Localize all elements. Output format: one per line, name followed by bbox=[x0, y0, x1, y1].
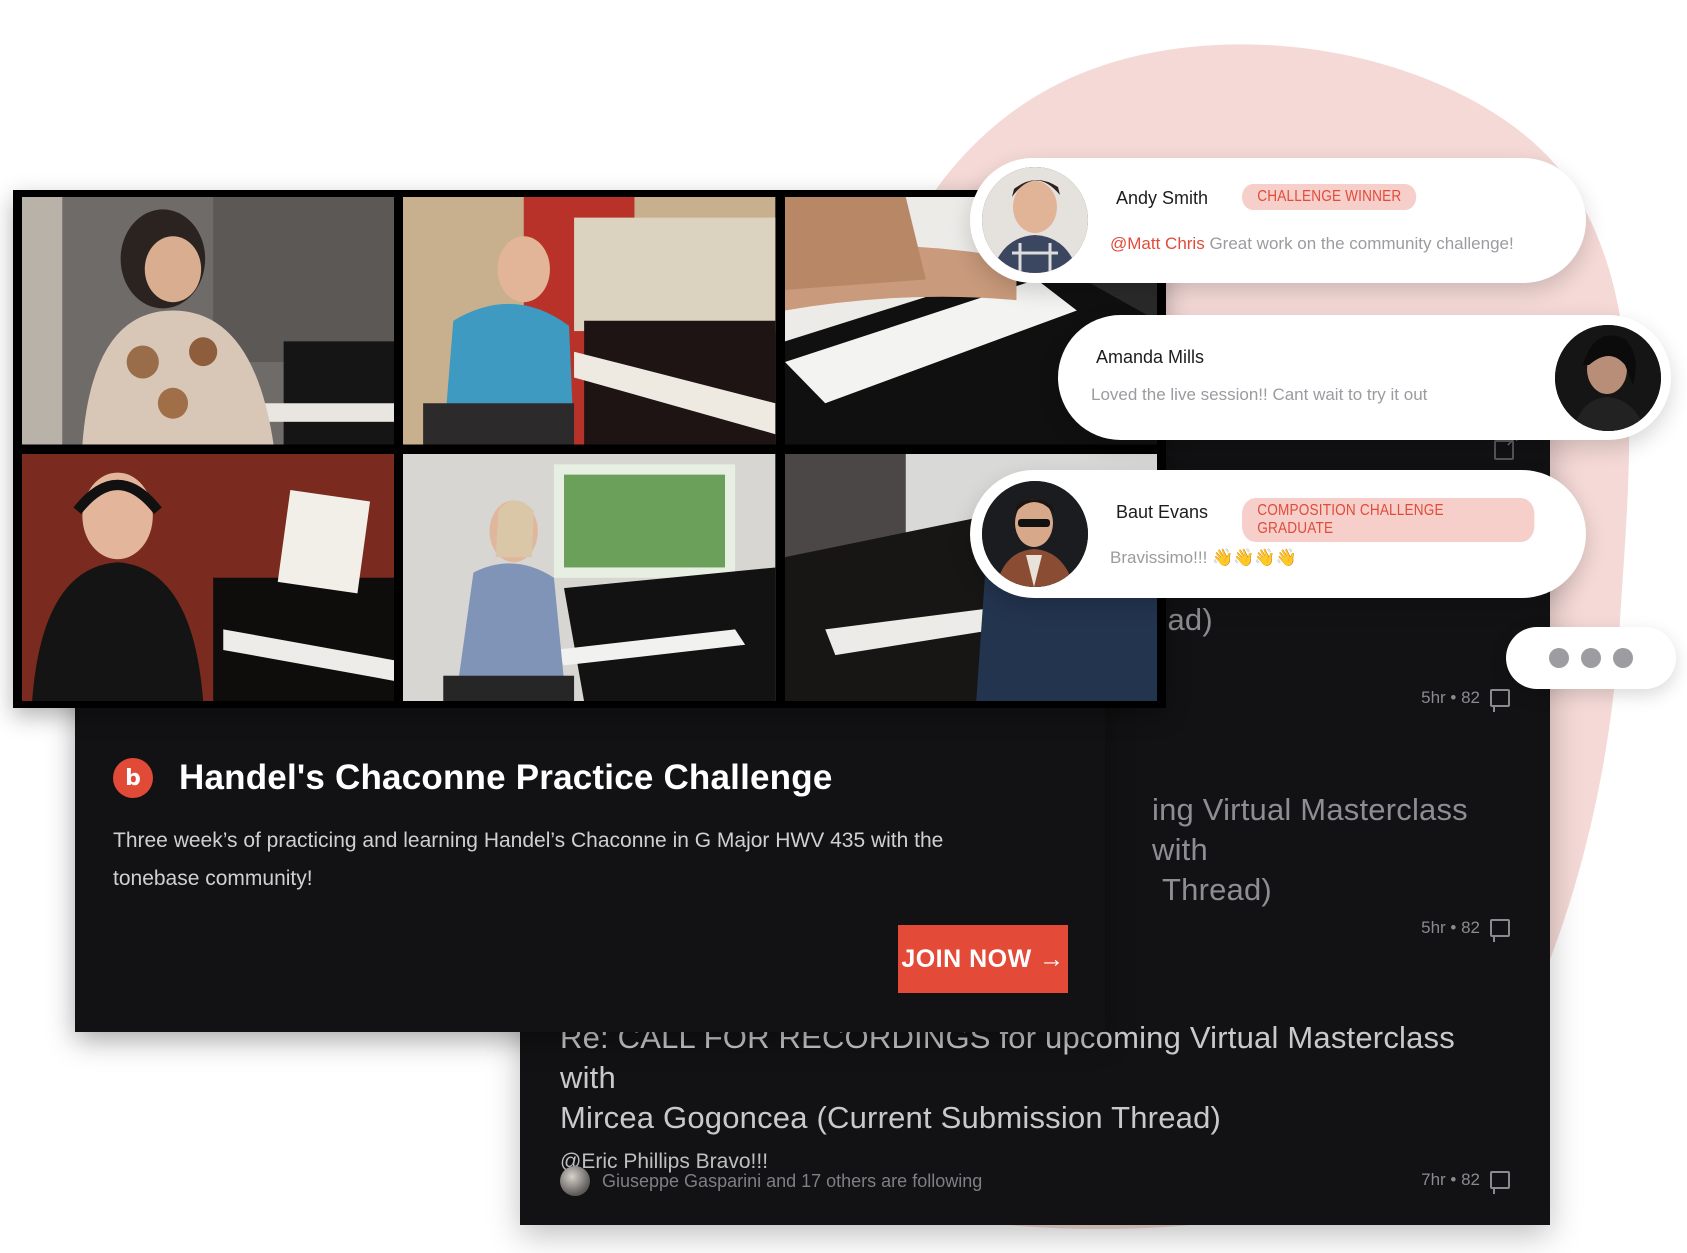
video-frame-pianist-man-blue-shirt bbox=[403, 197, 776, 445]
comment-text: @Matt Chris Great work on the community … bbox=[1110, 234, 1514, 254]
typing-dot bbox=[1549, 648, 1569, 668]
comment-bubble[interactable]: Baut Evans COMPOSITION CHALLENGE GRADUAT… bbox=[970, 470, 1586, 598]
avatar-image bbox=[982, 481, 1088, 587]
feed-item-title-line: Thread) bbox=[1162, 872, 1272, 907]
comment-icon[interactable] bbox=[1490, 689, 1510, 712]
feed-item-title[interactable]: Re: CALL FOR RECORDINGS for upcoming Vir… bbox=[560, 1018, 1510, 1138]
comment-author[interactable]: Andy Smith bbox=[1116, 188, 1208, 209]
challenge-title: Handel's Chaconne Practice Challenge bbox=[179, 758, 833, 797]
status-badge: CHALLENGE WINNER bbox=[1242, 184, 1417, 210]
comment-author[interactable]: Baut Evans bbox=[1116, 502, 1208, 523]
comment-body: Great work on the community challenge! bbox=[1204, 234, 1514, 253]
video-frame-pianist-woman-grand bbox=[403, 453, 776, 701]
feed-item-meta: 7hr • 82 bbox=[1421, 1170, 1510, 1194]
avatar[interactable] bbox=[1555, 325, 1661, 431]
comment-icon[interactable] bbox=[1490, 919, 1510, 942]
avatar bbox=[560, 1166, 590, 1196]
video-tile[interactable] bbox=[22, 197, 395, 445]
feed-item-meta: 5hr • 82 bbox=[1421, 688, 1510, 712]
feed-item-meta: 5hr • 82 bbox=[1421, 918, 1510, 942]
feed-item[interactable]: Re: CALL FOR RECORDINGS for upcoming Vir… bbox=[560, 1018, 1510, 1218]
video-tile[interactable] bbox=[403, 453, 776, 701]
external-link-icon[interactable] bbox=[1494, 430, 1520, 460]
join-now-button[interactable]: JOIN NOW → bbox=[898, 925, 1068, 993]
tonebase-logo-icon: b bbox=[113, 758, 153, 798]
feed-item-title[interactable]: ing Virtual Masterclass with Thread) bbox=[1152, 790, 1510, 910]
challenge-description: Three week’s of practicing and learning … bbox=[113, 829, 944, 890]
comment-bubble[interactable]: Amanda Mills Loved the live session!! Ca… bbox=[1058, 315, 1671, 440]
typing-indicator bbox=[1506, 627, 1676, 689]
challenge-header: b Handel's Chaconne Practice Challenge bbox=[113, 758, 833, 798]
feed-item-time-count: 5hr • 82 bbox=[1421, 688, 1480, 707]
comment-icon[interactable] bbox=[1490, 1171, 1510, 1194]
avatar-image bbox=[1555, 325, 1661, 431]
feed-item-title-line: Mircea Gogoncea (Current Submission Thre… bbox=[560, 1100, 1222, 1135]
comment-body: Bravissimo!!! 👋👋👋👋 bbox=[1110, 548, 1297, 567]
followers-text: Giuseppe Gasparini and 17 others are fol… bbox=[602, 1170, 983, 1191]
video-tile[interactable] bbox=[22, 453, 395, 701]
typing-dot bbox=[1613, 648, 1633, 668]
video-tile[interactable] bbox=[403, 197, 776, 445]
video-frame-pianist-woman-upright bbox=[22, 197, 395, 445]
comment-author[interactable]: Amanda Mills bbox=[1096, 347, 1204, 368]
feed-item-time-count: 5hr • 82 bbox=[1421, 918, 1480, 937]
feed-item-title-line: ing Virtual Masterclass with bbox=[1152, 792, 1468, 867]
avatar[interactable] bbox=[982, 167, 1088, 273]
mention-link[interactable]: @Matt Chris bbox=[1110, 234, 1205, 253]
typing-dot bbox=[1581, 648, 1601, 668]
comment-bubble[interactable]: Andy Smith CHALLENGE WINNER @Matt Chris … bbox=[970, 158, 1586, 283]
comment-body: Loved the live session!! Cant wait to tr… bbox=[1091, 385, 1428, 404]
status-badge: COMPOSITION CHALLENGE GRADUATE bbox=[1242, 498, 1535, 542]
avatar-image bbox=[982, 167, 1088, 273]
followers-row[interactable]: Giuseppe Gasparini and 17 others are fol… bbox=[560, 1166, 982, 1196]
avatar[interactable] bbox=[982, 481, 1088, 587]
video-frame-pianist-man-headphones bbox=[22, 453, 395, 701]
feed-item-time-count: 7hr • 82 bbox=[1421, 1170, 1480, 1189]
